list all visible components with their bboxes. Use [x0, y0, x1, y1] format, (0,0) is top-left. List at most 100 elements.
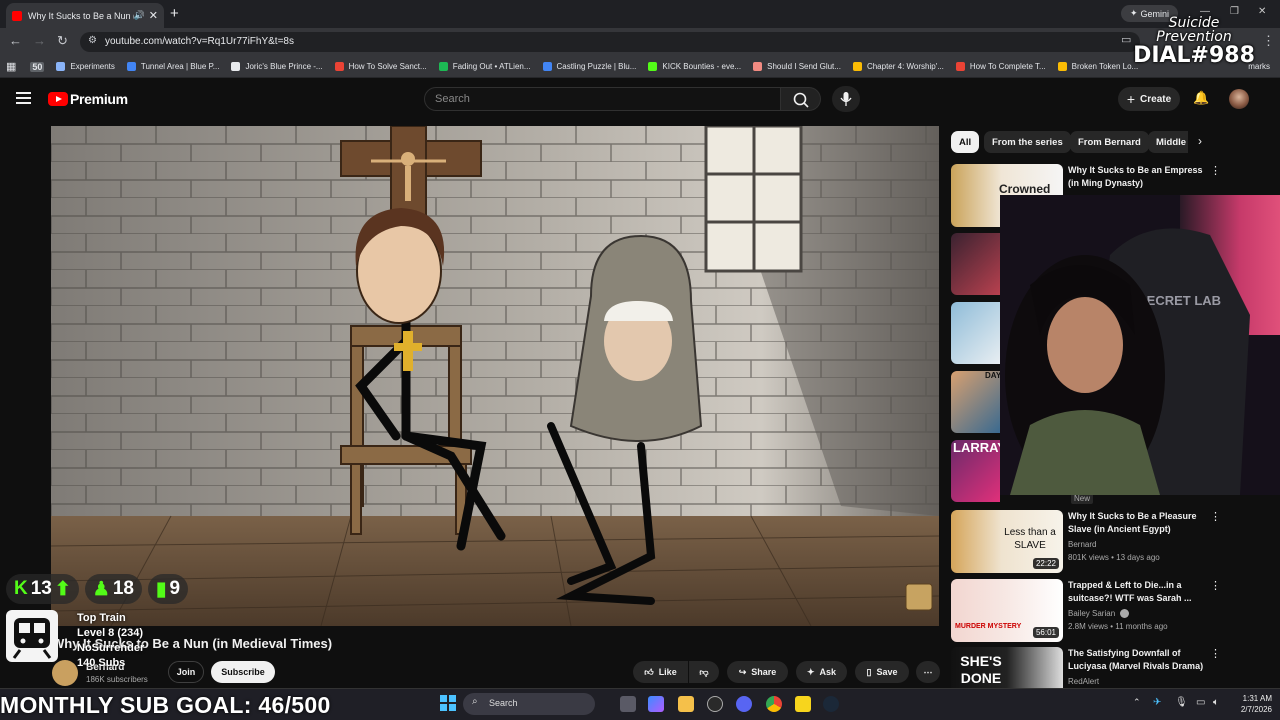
discord-icon[interactable]: [736, 696, 752, 712]
task-view-icon[interactable]: [620, 696, 636, 712]
address-bar[interactable]: ⚙ youtube.com/watch?v=Rq1Ur77iFhY&t=8s: [80, 32, 1140, 52]
channel-name[interactable]: Bailey Sarian: [1068, 607, 1115, 620]
create-button[interactable]: + Create: [1118, 87, 1180, 111]
network-icon[interactable]: ▭: [1196, 697, 1205, 708]
sticky-notes-icon[interactable]: [795, 696, 811, 712]
chips-next-icon[interactable]: ›: [1198, 134, 1202, 148]
close-window-icon[interactable]: ✕: [1258, 6, 1266, 17]
tray-mic-icon[interactable]: 🎙︎: [1175, 697, 1188, 708]
voice-search-button[interactable]: [832, 86, 860, 112]
video-player[interactable]: [51, 126, 939, 626]
search-input[interactable]: Search: [424, 87, 781, 111]
tray-app-icon[interactable]: ✈: [1153, 697, 1161, 708]
youtube-premium-logo[interactable]: Premium: [70, 91, 128, 107]
channel-name[interactable]: RedAlert: [1068, 675, 1099, 688]
bookmark-favicon-icon: [126, 62, 136, 71]
channel-name[interactable]: Bernard: [1068, 538, 1096, 551]
recommendation-title[interactable]: Trapped & Left to Die...in a suitcase?! …: [1068, 579, 1208, 605]
recommendation-thumbnail[interactable]: DAY: [951, 371, 1001, 433]
chip-from-bernard[interactable]: From Bernard: [1070, 131, 1149, 153]
recommendation-item[interactable]: SHE'S DONE The Satisfying Downfall of Lu…: [951, 647, 1280, 689]
subscribe-button[interactable]: Subscribe: [211, 661, 275, 683]
thumbnail-caption: Less than a SLAVE: [1004, 527, 1056, 551]
bookmark-favicon-icon: [438, 62, 448, 71]
chrome-icon[interactable]: [766, 696, 782, 712]
bookmark-item[interactable]: Broken Token Lo...: [1057, 62, 1138, 71]
bookmark-label: How To Complete T...: [969, 62, 1046, 71]
more-menu-icon[interactable]: ⋮: [1262, 33, 1275, 49]
chip-from-the-series[interactable]: From the series: [984, 131, 1071, 153]
recommendation-thumbnail[interactable]: LARRAY: [951, 440, 1006, 502]
dislike-button[interactable]: 👎︎: [689, 661, 719, 683]
bookmark-item[interactable]: Tunnel Area | Blue P...: [126, 62, 220, 71]
recommendation-thumbnail[interactable]: [951, 233, 1000, 295]
volume-icon[interactable]: 🔈︎: [1213, 697, 1219, 708]
bookmark-label: Tunnel Area | Blue P...: [140, 62, 220, 71]
webcam-feed-image: SECRET LAB: [1000, 195, 1280, 495]
chip-all[interactable]: All: [951, 131, 980, 153]
plus-icon: +: [1126, 91, 1136, 107]
more-options-icon[interactable]: ⋮: [1210, 579, 1221, 592]
channel-avatar[interactable]: [52, 660, 78, 686]
bookmark-item[interactable]: Castling Puzzle | Blu...: [542, 62, 636, 71]
windows-start-icon[interactable]: [440, 695, 456, 711]
account-avatar[interactable]: [1229, 89, 1249, 109]
bookmark-item[interactable]: Should I Send Glut...: [753, 62, 841, 71]
recommendation-item[interactable]: Less than a SLAVE 22:22 Why It Sucks to …: [951, 510, 1280, 574]
recommendation-title[interactable]: Why It Sucks to Be an Empress (in Ming D…: [1068, 164, 1208, 190]
monthly-sub-goal: MONTHLY SUB GOAL: 46/500: [0, 692, 331, 718]
duration-badge: 56:01: [1032, 627, 1059, 638]
bookmark-item[interactable]: Chapter 4: Worship'...: [852, 62, 944, 71]
save-button[interactable]: ▯ Save: [855, 661, 909, 683]
bookmark-icon: ▯: [866, 666, 872, 677]
bookmark-item[interactable]: How To Solve Sanct...: [334, 62, 427, 71]
join-button[interactable]: Join: [168, 661, 204, 683]
stat-value: 9: [169, 578, 181, 599]
more-options-icon[interactable]: ⋮: [1210, 510, 1221, 523]
youtube-logo-icon[interactable]: [48, 92, 68, 106]
file-explorer-icon[interactable]: [678, 696, 694, 712]
recommendation-item[interactable]: MURDER MYSTERY 56:01 Trapped & Left to D…: [951, 579, 1280, 643]
bookmark-favicon-icon: [56, 62, 66, 71]
obs-icon[interactable]: [707, 696, 723, 712]
more-options-icon[interactable]: ⋮: [1210, 164, 1221, 177]
bookmark-item[interactable]: How To Complete T...: [955, 62, 1046, 71]
like-button[interactable]: 👍︎ Like: [633, 661, 688, 683]
search-button[interactable]: [781, 87, 821, 111]
share-button[interactable]: ↪ Share: [727, 661, 788, 683]
bookmark-item[interactable]: KICK Bounties - eve...: [648, 62, 741, 71]
steam-icon[interactable]: [823, 696, 839, 712]
bookmark-item[interactable]: Experiments: [56, 62, 115, 71]
recommendation-title[interactable]: The Satisfying Downfall of Luciyasa (Mar…: [1068, 647, 1208, 673]
ask-button[interactable]: ✦ Ask: [796, 661, 847, 683]
recommendation-thumbnail[interactable]: MURDER MYSTERY 56:01: [951, 579, 1063, 642]
new-tab-icon[interactable]: +: [170, 5, 179, 22]
recommendation-thumbnail[interactable]: Less than a SLAVE 22:22: [951, 510, 1063, 573]
bookmark-50-icon[interactable]: 50: [30, 61, 45, 72]
bookmark-item[interactable]: Fading Out • ATLien...: [438, 62, 531, 71]
chip-middle[interactable]: Middle: [1148, 131, 1188, 153]
bars-icon: ▮: [155, 578, 167, 600]
recommendation-thumbnail[interactable]: [951, 302, 1000, 364]
hamburger-menu-icon[interactable]: [16, 92, 31, 104]
recommendation-title[interactable]: Why It Sucks to Be a Pleasure Slave (in …: [1068, 510, 1208, 536]
back-icon[interactable]: ←: [9, 33, 22, 48]
taskbar-search[interactable]: ⌕ Search: [463, 693, 595, 715]
close-tab-icon[interactable]: ✕: [149, 9, 158, 22]
browser-tab[interactable]: Why It Sucks to Be a Nun (i... 🔊 ✕: [6, 3, 164, 28]
notifications-bell-icon[interactable]: 🔔: [1193, 90, 1209, 106]
apps-grid-icon[interactable]: ▦: [6, 60, 16, 73]
more-options-icon[interactable]: ⋮: [1210, 647, 1221, 660]
overlay-line-prevention: Prevention: [1156, 29, 1232, 45]
bookmark-label: Should I Send Glut...: [767, 62, 841, 71]
taskbar-clock[interactable]: 1:31 AM 2/7/2026: [1232, 693, 1272, 715]
speaker-icon[interactable]: 🔊: [134, 10, 145, 21]
site-info-icon[interactable]: ⚙: [88, 35, 97, 46]
copilot-icon[interactable]: [648, 696, 664, 712]
tray-chevron-icon[interactable]: ⌃: [1133, 697, 1141, 708]
recommendation-thumbnail[interactable]: SHE'S DONE: [951, 647, 1063, 689]
more-actions-icon[interactable]: ⋯: [916, 661, 940, 683]
reload-icon[interactable]: ↻: [57, 33, 68, 49]
bookmark-item[interactable]: Joric's Blue Prince -...: [231, 62, 323, 71]
forward-icon[interactable]: →: [33, 33, 46, 48]
